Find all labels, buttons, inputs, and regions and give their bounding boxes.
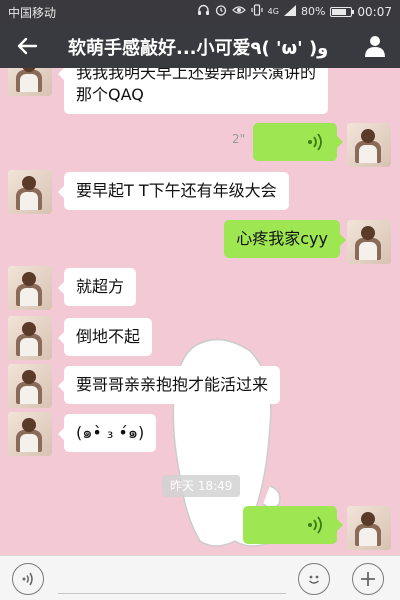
my-avatar[interactable] <box>347 123 391 167</box>
chat-area[interactable]: 我我我明天早上还要弄即兴演讲的 那个QAQ 2" 要早起T T下午还有年级大会 … <box>0 68 400 555</box>
eye-icon <box>231 5 246 19</box>
status-time: 00:07 <box>357 5 392 19</box>
alarm-icon <box>215 4 227 20</box>
emoji-button[interactable] <box>298 563 330 595</box>
battery-icon <box>330 7 355 17</box>
my-avatar[interactable] <box>347 506 391 550</box>
voice-wave-icon <box>308 133 322 151</box>
status-icons: 4G 80% 00:07 <box>197 4 392 20</box>
my-avatar[interactable] <box>347 220 391 264</box>
plus-icon <box>361 572 375 586</box>
vibrate-icon <box>251 4 263 20</box>
voice-toggle-icon <box>22 572 33 586</box>
message-input[interactable] <box>58 564 286 594</box>
voice-wave-icon <box>308 516 322 534</box>
outgoing-voice-message[interactable] <box>253 123 343 161</box>
incoming-message[interactable]: (๑•̀ ₃ •́๑) <box>57 414 157 452</box>
contact-avatar[interactable] <box>8 68 52 96</box>
battery-fill <box>332 9 347 15</box>
voice-toggle-button[interactable] <box>12 563 44 595</box>
incoming-message[interactable]: 倒地不起 <box>57 318 153 356</box>
incoming-message[interactable]: 我我我明天早上还要弄即兴演讲的 那个QAQ <box>57 68 329 114</box>
voice-duration: 2" <box>232 132 246 146</box>
incoming-message[interactable]: 要早起T T下午还有年级大会 <box>58 172 289 210</box>
incoming-message[interactable]: 就超方 <box>57 268 137 306</box>
message-text-line: 我我我明天早上还要弄即兴演讲的 <box>76 68 317 82</box>
signal-icon <box>283 4 296 20</box>
message-text-line: 那个QAQ <box>76 85 144 104</box>
network-label: 4G <box>267 7 279 16</box>
back-button[interactable] <box>10 32 44 60</box>
carrier-label: 中国移动 <box>8 6 57 20</box>
contact-avatar[interactable] <box>8 266 52 310</box>
contact-avatar[interactable] <box>8 364 52 408</box>
outgoing-voice-message[interactable] <box>243 506 343 544</box>
chat-title: 软萌手感敲好...小可爱٩( 'ω' )و <box>68 38 329 59</box>
incoming-message[interactable]: 要哥哥亲亲抱抱才能活过来 <box>57 366 281 404</box>
message-timestamp: 昨天 18:49 <box>162 475 241 497</box>
input-bar <box>0 555 400 600</box>
status-bar: 中国移动 4G 80% 00:07 <box>0 0 400 24</box>
chat-info-button[interactable] <box>360 32 390 60</box>
contact-avatar[interactable] <box>8 316 52 360</box>
outgoing-message[interactable]: 心疼我家cyy <box>224 220 346 258</box>
chat-header: 软萌手感敲好...小可爱٩( 'ω' )و <box>0 24 400 68</box>
arrow-left-icon <box>17 37 38 55</box>
more-actions-button[interactable] <box>352 563 384 595</box>
contact-avatar[interactable] <box>8 412 52 456</box>
person-icon <box>365 36 385 57</box>
headphones-icon <box>197 4 210 20</box>
emoji-icon <box>309 575 319 584</box>
contact-avatar[interactable] <box>8 170 52 214</box>
battery-percent: 80% <box>300 5 326 18</box>
